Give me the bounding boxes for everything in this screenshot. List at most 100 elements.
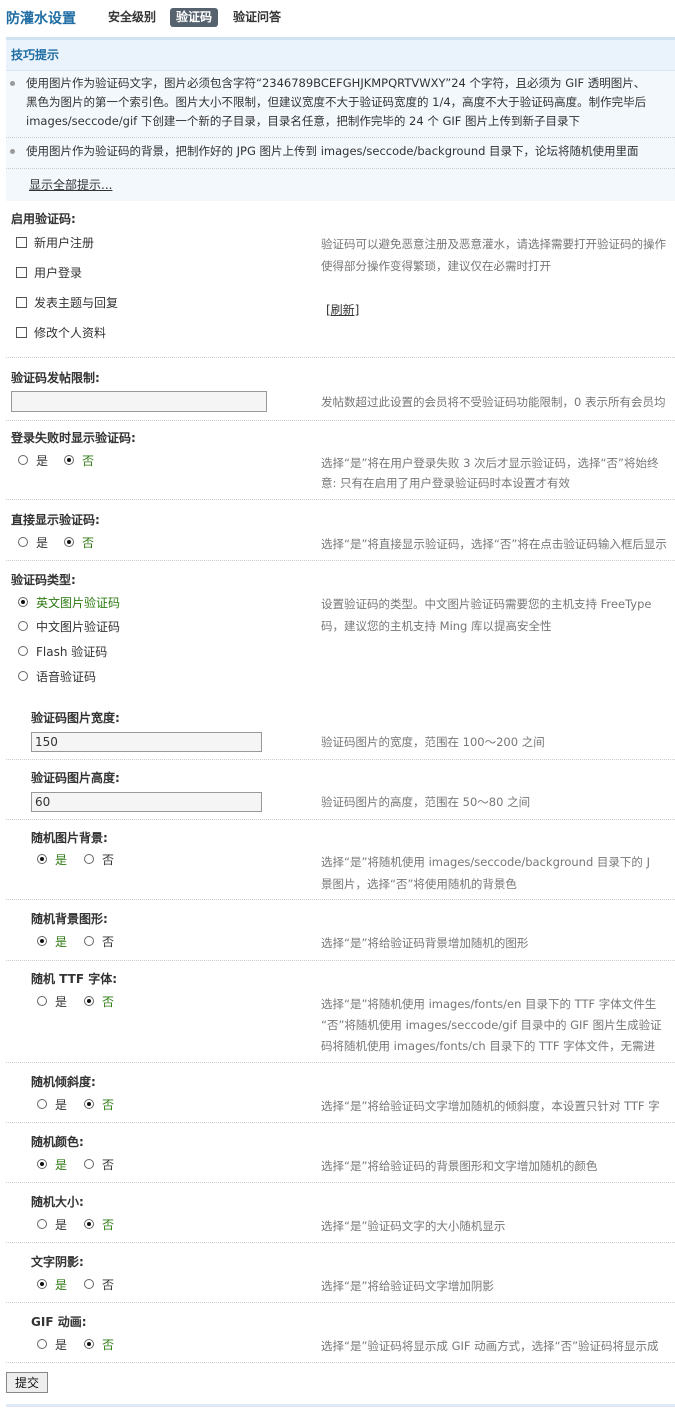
- random-tilt-desc: 选择“是”将给验证码文字增加随机的倾斜度，本设置只针对 TTF 字: [321, 1099, 660, 1113]
- option-label: 是: [55, 935, 68, 949]
- random-ttf-desc: 码将随机使用 images/fonts/ch 目录下的 TTF 字体文件，无需进: [321, 1039, 656, 1053]
- option-label: 是: [36, 454, 49, 468]
- top-nav: 防灌水设置 安全级别 验证码 验证问答: [0, 0, 675, 36]
- option-label: 否: [102, 1158, 115, 1172]
- random-bg-no-radio[interactable]: [84, 854, 94, 864]
- option-label: 英文图片验证码: [36, 596, 121, 610]
- random-shape-no-radio[interactable]: [84, 936, 94, 946]
- seccode-type-label: 验证码类型:: [11, 573, 76, 587]
- login-fail-no-radio[interactable]: [64, 455, 74, 465]
- random-bg-desc: 景图片，选择“否”将使用随机的背景色: [321, 877, 517, 891]
- random-size-desc: 选择“是”验证码文字的大小随机显示: [321, 1219, 506, 1233]
- enable-seccode-desc: 验证码可以避免恶意注册及恶意灌水，请选择需要打开验证码的操作: [321, 237, 666, 251]
- gif-anim-desc: 选择“是”验证码将显示成 GIF 动画方式，选择“否”验证码将显示成: [321, 1339, 659, 1353]
- type-english-radio[interactable]: [18, 597, 28, 607]
- shadow-yes-radio[interactable]: [37, 1279, 47, 1289]
- option-label: Flash 验证码: [36, 645, 108, 659]
- direct-show-label: 直接显示验证码:: [11, 513, 100, 527]
- divider: [6, 1182, 675, 1183]
- option-label: 语音验证码: [36, 670, 97, 684]
- random-shape-desc: 选择“是”将给验证码背景增加随机的图形: [321, 936, 529, 950]
- checkbox-register[interactable]: [16, 237, 27, 248]
- random-color-no-radio[interactable]: [84, 1159, 94, 1169]
- random-size-no-radio[interactable]: [84, 1219, 94, 1229]
- login-fail-desc: 意: 只有在启用了用户登录验证码时本设置才有效: [321, 476, 571, 490]
- bullet-icon: [10, 149, 15, 154]
- tab-seccode[interactable]: 验证码: [170, 8, 219, 27]
- random-ttf-desc: 选择“是”将随机使用 images/fonts/en 目录下的 TTF 字体文件…: [321, 997, 657, 1011]
- login-fail-yes-radio[interactable]: [18, 455, 28, 465]
- post-limit-label: 验证码发帖限制:: [11, 371, 100, 385]
- option-label: 否: [102, 935, 115, 949]
- checkbox-login[interactable]: [16, 267, 27, 278]
- width-label: 验证码图片宽度:: [31, 711, 120, 725]
- random-ttf-yes-radio[interactable]: [37, 996, 47, 1006]
- random-tilt-yes-radio[interactable]: [37, 1099, 47, 1109]
- seccode-type-desc: 码，建议您的主机支持 Ming 库以提高安全性: [321, 619, 552, 633]
- refresh-link[interactable]: [刷新]: [326, 301, 359, 318]
- random-tilt-label: 随机倾斜度:: [31, 1075, 96, 1089]
- random-bg-yes-radio[interactable]: [37, 854, 47, 864]
- shadow-label: 文字阴影:: [31, 1255, 84, 1269]
- option-label: 否: [102, 1098, 115, 1112]
- show-all-tips-link[interactable]: 显示全部提示...: [29, 176, 112, 193]
- direct-no-radio[interactable]: [64, 537, 74, 547]
- divider: [6, 499, 675, 500]
- tips-heading-bar: 技巧提示: [6, 40, 675, 71]
- random-color-desc: 选择“是”将给验证码的背景图形和文字增加随机的颜色: [321, 1159, 598, 1173]
- gif-anim-no-radio[interactable]: [84, 1339, 94, 1349]
- option-label: 否: [102, 995, 115, 1009]
- tab-seccode-qa[interactable]: 验证问答: [227, 8, 287, 27]
- option-label: 是: [55, 1098, 68, 1112]
- checkbox-profile[interactable]: [16, 327, 27, 338]
- height-input[interactable]: [31, 792, 262, 812]
- random-tilt-no-radio[interactable]: [84, 1099, 94, 1109]
- post-limit-input[interactable]: [11, 391, 267, 412]
- option-label: 是: [55, 1278, 68, 1292]
- option-label: 否: [102, 1218, 115, 1232]
- random-ttf-desc: “否”将随机使用 images/seccode/gif 目录中的 GIF 图片生…: [321, 1018, 662, 1032]
- type-flash-radio[interactable]: [18, 646, 28, 656]
- option-label: 否: [102, 853, 115, 867]
- seccode-type-desc: 设置验证码的类型。中文图片验证码需要您的主机支持 FreeType: [321, 597, 652, 611]
- page-title: 防灌水设置: [6, 11, 76, 27]
- direct-yes-radio[interactable]: [18, 537, 28, 547]
- login-fail-desc: 选择“是”将在用户登录失败 3 次后才显示验证码，选择“否”将始终: [321, 456, 659, 470]
- random-ttf-no-radio[interactable]: [84, 996, 94, 1006]
- type-voice-radio[interactable]: [18, 671, 28, 681]
- divider: [6, 1062, 675, 1063]
- submit-button[interactable]: 提交: [6, 1372, 48, 1393]
- tab-security-level[interactable]: 安全级别: [102, 8, 162, 27]
- shadow-desc: 选择“是”将给验证码文字增加阴影: [321, 1279, 494, 1293]
- divider: [6, 1242, 675, 1243]
- type-chinese-radio[interactable]: [18, 621, 28, 631]
- random-size-label: 随机大小:: [31, 1195, 84, 1209]
- random-shape-yes-radio[interactable]: [37, 936, 47, 946]
- option-label: 是: [55, 995, 68, 1009]
- random-size-yes-radio[interactable]: [37, 1219, 47, 1229]
- divider: [6, 357, 675, 358]
- divider: [6, 168, 675, 169]
- divider: [6, 1122, 675, 1123]
- tip-1-line-1: 使用图片作为验证码文字，图片必须包含字符“2346789BCEFGHJKMPQR…: [26, 76, 646, 90]
- random-color-label: 随机颜色:: [31, 1135, 84, 1149]
- tip-1-line-3: images/seccode/gif 下创建一个新的子目录，目录名任意，把制作完…: [26, 114, 581, 128]
- random-bg-desc: 选择“是”将随机使用 images/seccode/background 目录下…: [321, 855, 650, 869]
- random-ttf-label: 随机 TTF 字体:: [31, 972, 117, 986]
- checkbox-post[interactable]: [16, 297, 27, 308]
- divider: [6, 560, 675, 561]
- divider: [6, 1302, 675, 1303]
- shadow-no-radio[interactable]: [84, 1279, 94, 1289]
- height-desc: 验证码图片的高度，范围在 50～80 之间: [321, 795, 531, 809]
- divider: [6, 137, 675, 138]
- width-input[interactable]: [31, 732, 262, 752]
- gif-anim-yes-radio[interactable]: [37, 1339, 47, 1349]
- option-label: 否: [82, 454, 95, 468]
- divider: [6, 960, 675, 961]
- random-bg-label: 随机图片背景:: [31, 831, 108, 845]
- random-color-yes-radio[interactable]: [37, 1159, 47, 1169]
- width-desc: 验证码图片的宽度，范围在 100～200 之间: [321, 735, 545, 749]
- post-limit-desc: 发帖数超过此设置的会员将不受验证码功能限制，0 表示所有会员均: [321, 395, 666, 409]
- option-label: 否: [102, 1278, 115, 1292]
- option-label: 是: [55, 853, 68, 867]
